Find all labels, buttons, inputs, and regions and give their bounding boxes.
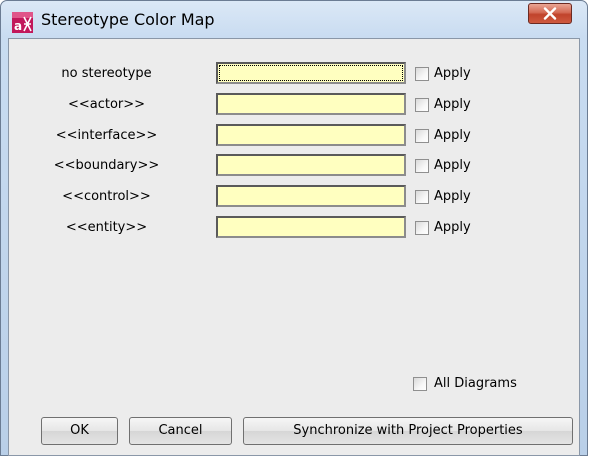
apply-label-boundary: Apply xyxy=(434,158,471,173)
color-swatch-control[interactable] xyxy=(216,185,406,207)
close-icon xyxy=(543,7,557,20)
all-diagrams-label: All Diagrams xyxy=(434,376,517,391)
row-label-interface: <<interface>> xyxy=(55,128,158,143)
row-label-control: <<control>> xyxy=(62,189,151,204)
title-bar[interactable]: a Stereotype Color Map xyxy=(1,1,587,39)
apply-checkbox-boundary[interactable] xyxy=(415,159,429,173)
color-swatch-no-stereotype[interactable] xyxy=(216,62,406,84)
app-logo-icon: a xyxy=(12,12,33,33)
color-swatch-entity[interactable] xyxy=(216,216,406,238)
apply-label-control: Apply xyxy=(434,189,471,204)
svg-text:a: a xyxy=(14,19,22,33)
row-label-entity: <<entity>> xyxy=(65,220,148,235)
apply-checkbox-actor[interactable] xyxy=(415,98,429,112)
apply-checkbox-entity[interactable] xyxy=(415,221,429,235)
synchronize-button[interactable]: Synchronize with Project Properties xyxy=(243,417,573,445)
apply-label-no-stereotype: Apply xyxy=(434,66,471,81)
row-label-boundary: <<boundary>> xyxy=(53,158,160,173)
ok-button[interactable]: OK xyxy=(41,417,118,445)
row-label-no-stereotype: no stereotype xyxy=(61,66,152,81)
apply-checkbox-no-stereotype[interactable] xyxy=(415,67,429,81)
color-swatch-actor[interactable] xyxy=(216,93,406,115)
color-swatch-boundary[interactable] xyxy=(216,154,406,176)
apply-label-interface: Apply xyxy=(434,128,471,143)
all-diagrams-checkbox[interactable] xyxy=(413,377,427,391)
row-label-actor: <<actor>> xyxy=(67,97,146,112)
dialog-content: no stereotype Apply <<actor>> Apply <<in… xyxy=(8,38,580,456)
dialog-window: a Stereotype Color Map no stereotype App… xyxy=(0,0,588,456)
window-title: Stereotype Color Map xyxy=(41,10,215,29)
apply-checkbox-control[interactable] xyxy=(415,190,429,204)
close-button[interactable] xyxy=(528,3,572,24)
cancel-button[interactable]: Cancel xyxy=(129,417,232,445)
color-swatch-interface[interactable] xyxy=(216,124,406,146)
apply-label-actor: Apply xyxy=(434,97,471,112)
apply-label-entity: Apply xyxy=(434,220,471,235)
apply-checkbox-interface[interactable] xyxy=(415,129,429,143)
